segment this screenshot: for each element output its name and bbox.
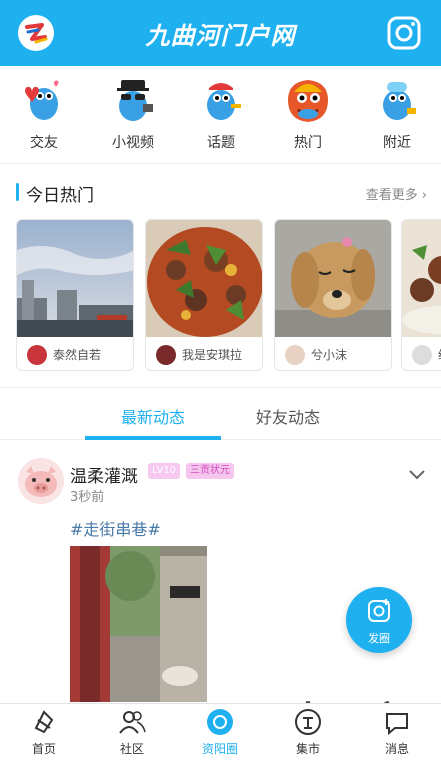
category-label: 附近 <box>383 135 411 151</box>
post-hashtag[interactable]: #走街串巷# <box>70 516 161 540</box>
card-author: 兮小沫 <box>275 340 391 370</box>
post-username[interactable]: 温柔灌溉 <box>70 462 138 487</box>
nav-label: 首页 <box>31 742 56 756</box>
market-icon <box>294 708 322 736</box>
category-nearby[interactable]: 附近 <box>362 74 432 152</box>
app-title: 九曲河门户网 <box>145 22 296 50</box>
hot-card[interactable]: 兮小沫 <box>274 219 392 371</box>
card-thumbnail <box>402 220 441 337</box>
author-avatar <box>285 345 305 365</box>
card-thumbnail <box>146 220 262 337</box>
category-label: 话题 <box>207 135 235 151</box>
message-icon <box>383 708 411 736</box>
tab-friends[interactable]: 好友动态 <box>256 404 320 428</box>
feed-tabs: 最新动态 好友动态 <box>0 388 441 440</box>
chevron-down-icon[interactable] <box>408 466 426 480</box>
community-icon <box>118 708 146 736</box>
tab-latest[interactable]: 最新动态 <box>121 404 185 428</box>
chevron-right-icon: › <box>421 188 427 203</box>
author-avatar <box>156 345 176 365</box>
mascot-nearby-icon <box>371 74 423 126</box>
level-badge: LV10 <box>148 463 181 479</box>
card-thumbnail <box>17 220 133 337</box>
bottom-navigation: 首页 社区 资阳圈 集市 消息 <box>0 703 441 760</box>
author-name: 兮小沫 <box>311 348 348 362</box>
see-more-link[interactable]: 查看更多 › <box>366 184 427 203</box>
hot-card[interactable]: 我是安琪拉 <box>145 219 263 371</box>
hot-card[interactable]: 给 <box>401 219 441 371</box>
author-name: 泰然自若 <box>53 348 102 362</box>
circle-icon <box>206 708 234 736</box>
card-author: 泰然自若 <box>17 340 133 370</box>
post-avatar[interactable] <box>18 458 64 504</box>
category-label: 小视频 <box>112 135 154 151</box>
category-label: 交友 <box>30 135 58 151</box>
nav-community[interactable]: 社区 <box>97 708 167 757</box>
nav-home[interactable]: 首页 <box>9 708 79 757</box>
section-accent-bar <box>16 183 19 201</box>
mascot-topic-icon <box>195 74 247 126</box>
mascot-dating-icon <box>18 74 70 126</box>
post-timestamp: 3秒前 <box>70 490 105 505</box>
post-circle-fab[interactable]: 发圈 <box>346 587 412 653</box>
card-author: 我是安琪拉 <box>146 340 262 370</box>
hot-cards-row[interactable]: 泰然自若 我是安琪拉 兮小沫 <box>16 219 441 374</box>
post-image[interactable] <box>70 546 207 702</box>
category-label: 热门 <box>294 135 322 151</box>
author-avatar <box>412 345 432 365</box>
nav-label: 资阳圈 <box>201 742 238 756</box>
category-row: 交友 小视频 话题 热门 附近 <box>0 66 441 164</box>
app-header: 九曲河门户网 <box>0 0 441 66</box>
active-tab-indicator <box>85 436 221 440</box>
author-avatar <box>27 345 47 365</box>
nav-label: 社区 <box>119 742 144 756</box>
card-thumbnail <box>275 220 391 337</box>
camera-icon[interactable] <box>387 16 421 50</box>
see-more-label: 查看更多 <box>365 188 418 203</box>
nav-message[interactable]: 消息 <box>362 708 432 757</box>
fab-label: 发圈 <box>368 632 390 645</box>
hot-card[interactable]: 泰然自若 <box>16 219 134 371</box>
card-author: 给 <box>402 340 441 370</box>
hot-section-header: 今日热门 查看更多 › <box>0 174 441 210</box>
nav-label: 消息 <box>384 742 409 756</box>
nav-label: 集市 <box>295 742 320 756</box>
nav-circle[interactable]: 资阳圈 <box>185 708 255 757</box>
section-title: 今日热门 <box>26 186 94 206</box>
title-badge: 三贡状元 <box>186 463 234 479</box>
mascot-hot-icon <box>282 74 334 126</box>
camera-plus-icon <box>368 599 390 622</box>
mascot-video-icon <box>107 74 159 126</box>
category-topic[interactable]: 话题 <box>186 74 256 152</box>
category-dating[interactable]: 交友 <box>9 74 79 152</box>
home-icon <box>30 708 58 736</box>
nav-market[interactable]: 集市 <box>273 708 343 757</box>
category-video[interactable]: 小视频 <box>98 74 168 152</box>
category-hot[interactable]: 热门 <box>273 74 343 152</box>
author-name: 我是安琪拉 <box>182 348 243 362</box>
